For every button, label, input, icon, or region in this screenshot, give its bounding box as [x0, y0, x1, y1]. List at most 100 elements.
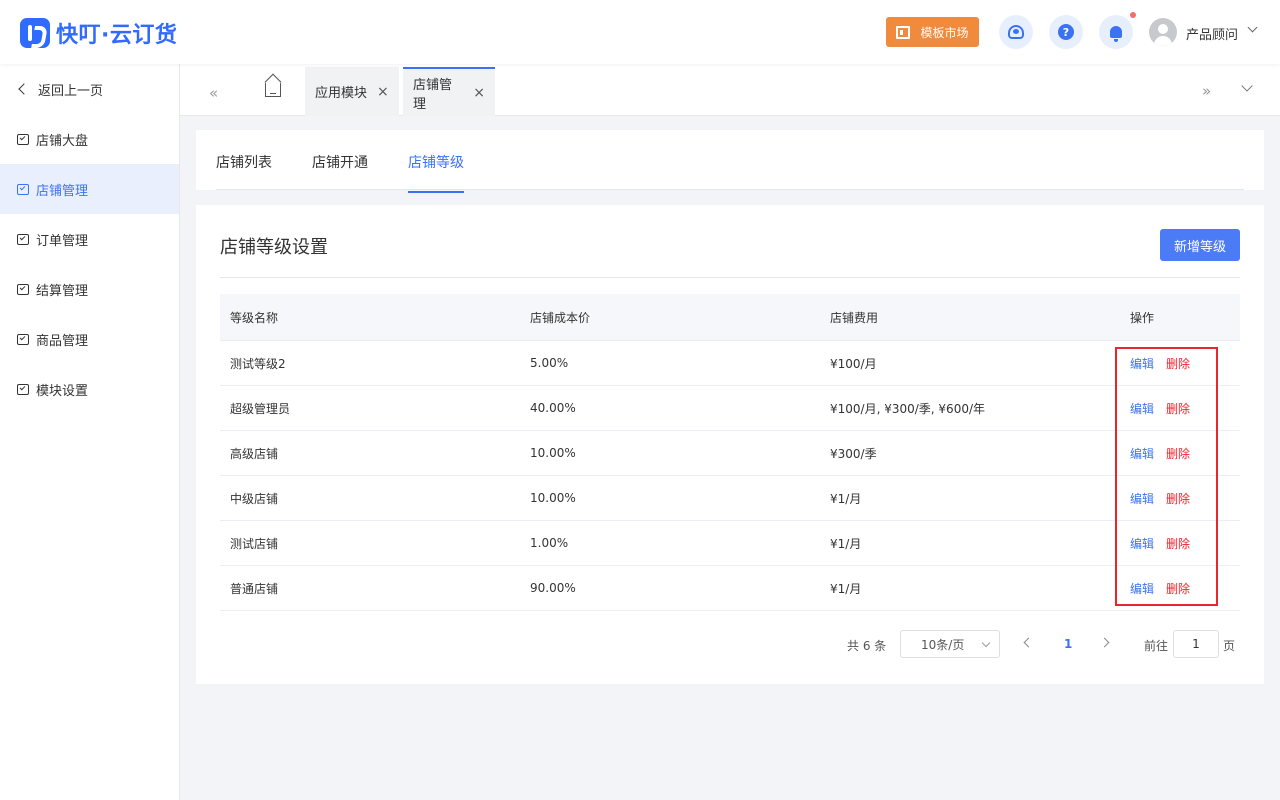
column-header-cost: 店铺成本价: [530, 310, 591, 325]
sidebar-item-label: 商品管理: [36, 333, 89, 349]
sidebar-item-module-settings[interactable]: 模块设置: [0, 364, 179, 414]
double-chevron-right-icon[interactable]: »: [1202, 82, 1211, 100]
delete-button[interactable]: 删除: [1166, 445, 1190, 462]
row-actions: 编辑 删除: [1130, 535, 1240, 552]
avatar[interactable]: [1149, 18, 1177, 46]
column-header-fee: 店铺费用: [830, 310, 879, 325]
sidebar-item-label: 店铺大盘: [36, 133, 89, 149]
level-cost: 10.00%: [530, 491, 576, 505]
sub-tabs: 店铺列表 店铺开通 店铺等级: [196, 130, 1264, 193]
tab-bar: « 应用模块 × 店铺管理 × »: [180, 64, 1280, 116]
logo-text: 快叮·云订货: [56, 23, 178, 48]
edit-button[interactable]: 编辑: [1130, 490, 1154, 507]
page-number-current[interactable]: 1: [1064, 637, 1072, 651]
level-table: 等级名称 店铺成本价 店铺费用 操作 测试等级2 5.00% ¥100/月 编辑…: [220, 294, 1240, 611]
sidebar-item-label: 订单管理: [36, 233, 89, 249]
page-size-value: 10条/页: [921, 637, 965, 652]
edit-button[interactable]: 编辑: [1130, 445, 1154, 462]
table-row: 普通店铺 90.00% ¥1/月 编辑 删除: [220, 566, 1240, 611]
title-divider: [220, 277, 1240, 278]
app-logo[interactable]: 快叮·云订货: [20, 17, 177, 49]
delete-button[interactable]: 删除: [1166, 400, 1190, 417]
mail-icon: [17, 183, 29, 195]
level-fee: ¥100/月, ¥300/季, ¥600/年: [830, 401, 986, 416]
level-settings-card: 店铺等级设置 新增等级 等级名称 店铺成本价 店铺费用 操作 测试等级2 5.0…: [196, 205, 1264, 684]
level-name: 高级店铺: [230, 446, 279, 461]
tab-store-management[interactable]: 店铺管理 ×: [403, 67, 495, 116]
sidebar-item-order-management[interactable]: 订单管理: [0, 214, 179, 264]
template-icon: [896, 25, 911, 39]
mail-icon: [17, 333, 29, 345]
notification-dot: [1130, 12, 1136, 18]
user-name[interactable]: 产品顾问: [1186, 24, 1238, 43]
sidebar-item-settlement-management[interactable]: 结算管理: [0, 264, 179, 314]
level-fee: ¥100/月: [830, 356, 877, 371]
mail-icon: [17, 133, 29, 145]
tab-app-modules[interactable]: 应用模块 ×: [305, 67, 399, 116]
subtab-store-level[interactable]: 店铺等级: [408, 152, 464, 193]
delete-button[interactable]: 删除: [1166, 580, 1190, 597]
back-button[interactable]: 返回上一页: [0, 64, 179, 114]
page-size-select[interactable]: 10条/页: [900, 630, 1000, 658]
notification-button[interactable]: [1099, 15, 1133, 49]
row-actions: 编辑 删除: [1130, 445, 1240, 462]
top-header: 快叮·云订货 模板市场 ? 产品顾问: [0, 0, 1280, 64]
close-icon[interactable]: ×: [377, 84, 389, 100]
page-title: 店铺等级设置: [220, 237, 328, 258]
delete-button[interactable]: 删除: [1166, 535, 1190, 552]
help-button[interactable]: ?: [1049, 15, 1083, 49]
column-header-name: 等级名称: [230, 310, 279, 325]
delete-button[interactable]: 删除: [1166, 355, 1190, 372]
row-actions: 编辑 删除: [1130, 580, 1240, 597]
row-actions: 编辑 删除: [1130, 355, 1240, 372]
table-row: 高级店铺 10.00% ¥300/季 编辑 删除: [220, 431, 1240, 476]
level-name: 普通店铺: [230, 581, 279, 596]
sidebar-item-store-dashboard[interactable]: 店铺大盘: [0, 114, 179, 164]
mail-icon: [17, 283, 29, 295]
tab-label: 店铺管理: [413, 77, 453, 112]
sidebar: 返回上一页 店铺大盘 店铺管理 订单管理 结算管理 商品管理 模块设置: [0, 64, 180, 800]
template-market-button[interactable]: 模板市场: [886, 17, 979, 47]
customer-service-button[interactable]: [999, 15, 1033, 49]
help-icon: ?: [1058, 24, 1074, 40]
level-fee: ¥1/月: [830, 581, 862, 596]
level-name: 超级管理员: [230, 401, 291, 416]
row-actions: 编辑 删除: [1130, 400, 1240, 417]
chevron-down-icon[interactable]: [1241, 80, 1253, 92]
subtab-store-opening[interactable]: 店铺开通: [312, 152, 368, 191]
edit-button[interactable]: 编辑: [1130, 535, 1154, 552]
home-icon[interactable]: [265, 82, 281, 97]
level-fee: ¥1/月: [830, 536, 862, 551]
add-level-button[interactable]: 新增等级: [1160, 229, 1240, 261]
page-suffix: 页: [1223, 639, 1236, 653]
level-name: 测试等级2: [230, 356, 286, 371]
table-row: 中级店铺 10.00% ¥1/月 编辑 删除: [220, 476, 1240, 521]
close-icon[interactable]: ×: [473, 85, 485, 101]
chevron-down-icon[interactable]: [1247, 22, 1258, 33]
column-header-actions: 操作: [1130, 310, 1155, 325]
table-header: 等级名称 店铺成本价 店铺费用 操作: [220, 294, 1240, 341]
sidebar-item-product-management[interactable]: 商品管理: [0, 314, 179, 364]
delete-button[interactable]: 删除: [1166, 490, 1190, 507]
pagination: 共 6 条 10条/页 1 前往 页: [196, 630, 1264, 658]
double-chevron-left-icon[interactable]: «: [209, 84, 218, 102]
table-row: 超级管理员 40.00% ¥100/月, ¥300/季, ¥600/年 编辑 删除: [220, 386, 1240, 431]
level-cost: 5.00%: [530, 356, 569, 370]
edit-button[interactable]: 编辑: [1130, 580, 1154, 597]
goto-label: 前往: [1144, 639, 1169, 653]
sidebar-item-store-management[interactable]: 店铺管理: [0, 164, 179, 214]
next-page-icon[interactable]: [1099, 637, 1110, 648]
mail-icon: [17, 383, 29, 395]
edit-button[interactable]: 编辑: [1130, 400, 1154, 417]
level-name: 测试店铺: [230, 536, 279, 551]
goto-page-input[interactable]: [1173, 630, 1219, 658]
sidebar-item-label: 店铺管理: [36, 183, 89, 199]
logo-icon: [20, 18, 50, 48]
row-actions: 编辑 删除: [1130, 490, 1240, 507]
level-fee: ¥1/月: [830, 491, 862, 506]
agent-icon: [1008, 25, 1024, 39]
tab-label: 应用模块: [315, 86, 368, 101]
prev-page-icon[interactable]: [1023, 637, 1034, 648]
edit-button[interactable]: 编辑: [1130, 355, 1154, 372]
subtab-store-list[interactable]: 店铺列表: [216, 152, 272, 191]
